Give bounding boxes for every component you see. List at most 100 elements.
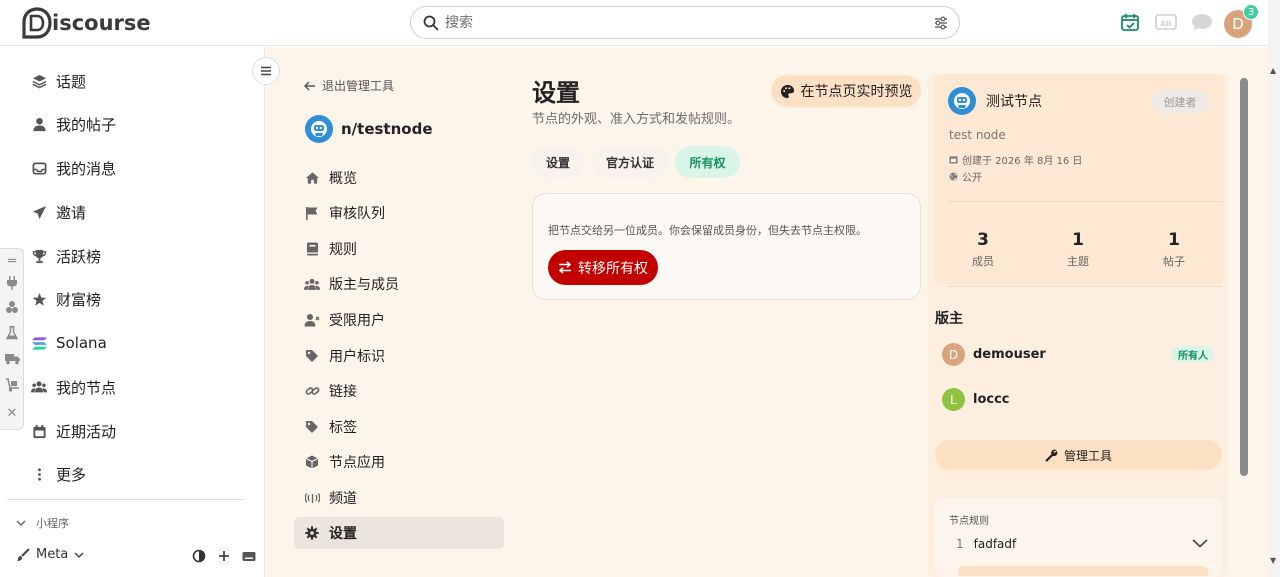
book-icon bbox=[304, 242, 320, 256]
panel-node-header[interactable]: 测试节点 bbox=[948, 87, 1042, 115]
search-input[interactable] bbox=[445, 13, 925, 33]
node-nav-label: 标签 bbox=[329, 420, 357, 436]
sidebar-item-topics[interactable]: 话题 bbox=[30, 69, 86, 93]
node-nav-node-apps[interactable]: 节点应用 bbox=[294, 446, 504, 478]
plug-icon[interactable] bbox=[4, 275, 20, 291]
meta-dropdown[interactable]: Meta bbox=[16, 547, 84, 562]
dolly-icon[interactable] bbox=[4, 377, 20, 393]
tag-icon bbox=[304, 420, 320, 434]
sidebar-item-label: 我的帖子 bbox=[56, 115, 117, 134]
exit-admin-link[interactable]: 退出管理工具 bbox=[304, 77, 394, 94]
panel-scroll-thumb[interactable] bbox=[1240, 78, 1248, 476]
node-nav-label: 节点应用 bbox=[329, 455, 385, 471]
sidebar-item-invites[interactable]: 邀请 bbox=[30, 200, 86, 224]
tags-icon bbox=[304, 349, 320, 363]
stat-label: 成员 bbox=[972, 255, 994, 268]
truck-icon[interactable] bbox=[4, 351, 20, 367]
sidebar-item-wealth-rank[interactable]: 财富榜 bbox=[30, 287, 101, 311]
scroll-down-icon[interactable]: ▼ bbox=[1270, 556, 1276, 565]
flask-icon[interactable] bbox=[4, 325, 20, 341]
rule-number: 1 bbox=[956, 537, 964, 551]
node-nav-restricted-users[interactable]: 受限用户 bbox=[294, 304, 504, 336]
chevron-down-icon bbox=[74, 551, 84, 559]
ad-icon[interactable]: AD bbox=[1155, 12, 1177, 32]
node-nav-label: 受限用户 bbox=[329, 313, 385, 329]
mini-program-label: 小程序 bbox=[36, 517, 69, 530]
tab-official-verification[interactable]: 官方认证 bbox=[592, 146, 668, 178]
stat-topics: 1 主题 bbox=[1038, 230, 1118, 269]
node-nav-links[interactable]: 链接 bbox=[294, 375, 504, 407]
wrench-icon bbox=[1045, 449, 1058, 462]
sidebar-item-solana[interactable]: Solana bbox=[30, 331, 107, 355]
tab-label: 所有权 bbox=[689, 155, 726, 170]
chat-icon[interactable] bbox=[1191, 12, 1213, 32]
close-icon[interactable]: ✕ bbox=[4, 405, 20, 421]
node-nav-label: 版主与成员 bbox=[329, 277, 399, 293]
stat-label: 主题 bbox=[1067, 255, 1089, 268]
hamburger-icon bbox=[260, 66, 272, 76]
admin-tools-label: 管理工具 bbox=[1063, 448, 1112, 463]
chevron-down-icon bbox=[16, 519, 26, 527]
tab-settings[interactable]: 设置 bbox=[532, 146, 584, 178]
page-subtitle: 节点的外观、准入方式和发帖规则。 bbox=[532, 112, 741, 127]
page-scrollbar[interactable] bbox=[1268, 0, 1280, 577]
node-robot-icon bbox=[311, 121, 327, 137]
sidebar-item-my-messages[interactable]: 我的消息 bbox=[30, 156, 116, 180]
users-icon bbox=[304, 278, 320, 291]
node-nav-label: 审核队列 bbox=[329, 206, 385, 222]
node-nav-review-queue[interactable]: 审核队列 bbox=[294, 197, 504, 229]
svg-text:AD: AD bbox=[1160, 20, 1171, 28]
sidebar-item-recent-activity[interactable]: 近期活动 bbox=[30, 419, 116, 443]
tab-ownership[interactable]: 所有权 bbox=[675, 146, 740, 178]
node-identity[interactable]: n/testnode bbox=[305, 115, 433, 143]
sidebar-item-my-nodes[interactable]: 我的节点 bbox=[30, 375, 116, 399]
live-preview-button[interactable]: 在节点页实时预览 bbox=[771, 75, 921, 107]
mini-program-section[interactable]: 小程序 bbox=[16, 515, 69, 531]
sidebar-footer-tools bbox=[192, 549, 256, 563]
node-nav-moderators-members[interactable]: 版主与成员 bbox=[294, 268, 504, 300]
moderator-row[interactable]: L loccc bbox=[942, 388, 1010, 411]
tab-label: 设置 bbox=[545, 155, 570, 170]
theme-toggle-icon[interactable] bbox=[192, 549, 206, 563]
node-nav-overview[interactable]: 概览 bbox=[294, 162, 504, 194]
floating-toolbar: ═ ✕ bbox=[0, 248, 24, 430]
plus-icon[interactable] bbox=[218, 550, 230, 562]
user-x-icon bbox=[304, 313, 320, 327]
flag-icon bbox=[304, 206, 320, 220]
gear-icon bbox=[304, 526, 320, 540]
panel-divider bbox=[948, 201, 1222, 202]
node-nav-label: 用户标识 bbox=[329, 349, 385, 365]
node-nav-settings[interactable]: 设置 bbox=[294, 517, 504, 549]
node-nav-tags[interactable]: 标签 bbox=[294, 411, 504, 443]
stat-members: 3 成员 bbox=[943, 230, 1023, 269]
node-nav-channels[interactable]: 频道 bbox=[294, 482, 504, 514]
node-nav-label: 设置 bbox=[329, 526, 357, 542]
admin-tools-button[interactable]: 管理工具 bbox=[935, 440, 1222, 470]
calendar-check-icon[interactable] bbox=[1120, 12, 1140, 32]
rule-item[interactable]: 1 fadfadf bbox=[956, 537, 1016, 551]
drag-handle-icon[interactable]: ═ bbox=[4, 253, 20, 269]
discourse-logo-icon bbox=[22, 7, 52, 39]
node-nav-user-badges[interactable]: 用户标识 bbox=[294, 340, 504, 372]
node-nav-rules[interactable]: 规则 bbox=[294, 233, 504, 265]
creator-badge: 创建者 bbox=[1152, 90, 1208, 114]
node-nav-label: 概览 bbox=[329, 171, 357, 187]
keyboard-icon[interactable] bbox=[242, 551, 256, 562]
arrow-left-icon bbox=[304, 80, 316, 91]
sidebar-item-more[interactable]: 更多 bbox=[30, 462, 86, 486]
chevron-down-icon[interactable] bbox=[1192, 538, 1208, 548]
search-bar[interactable] bbox=[410, 6, 960, 39]
stat-label: 帖子 bbox=[1163, 255, 1185, 268]
moderator-row[interactable]: D demouser bbox=[942, 343, 1046, 366]
discourse-logo[interactable]: iscourse bbox=[22, 7, 151, 39]
transfer-ownership-button[interactable]: 转移所有权 bbox=[548, 250, 658, 285]
sidebar-item-label: Solana bbox=[56, 334, 107, 352]
avatar: L bbox=[942, 388, 965, 411]
sidebar-item-my-posts[interactable]: 我的帖子 bbox=[30, 112, 116, 136]
scroll-up-icon[interactable]: ▲ bbox=[1270, 66, 1276, 75]
top-header: iscourse AD D 3 bbox=[0, 0, 1268, 46]
search-filter-icon[interactable] bbox=[933, 15, 949, 31]
sidebar-toggle-button[interactable] bbox=[252, 57, 280, 85]
sidebar-item-activity-rank[interactable]: 活跃榜 bbox=[30, 244, 101, 268]
puzzle-icon[interactable] bbox=[4, 299, 20, 315]
